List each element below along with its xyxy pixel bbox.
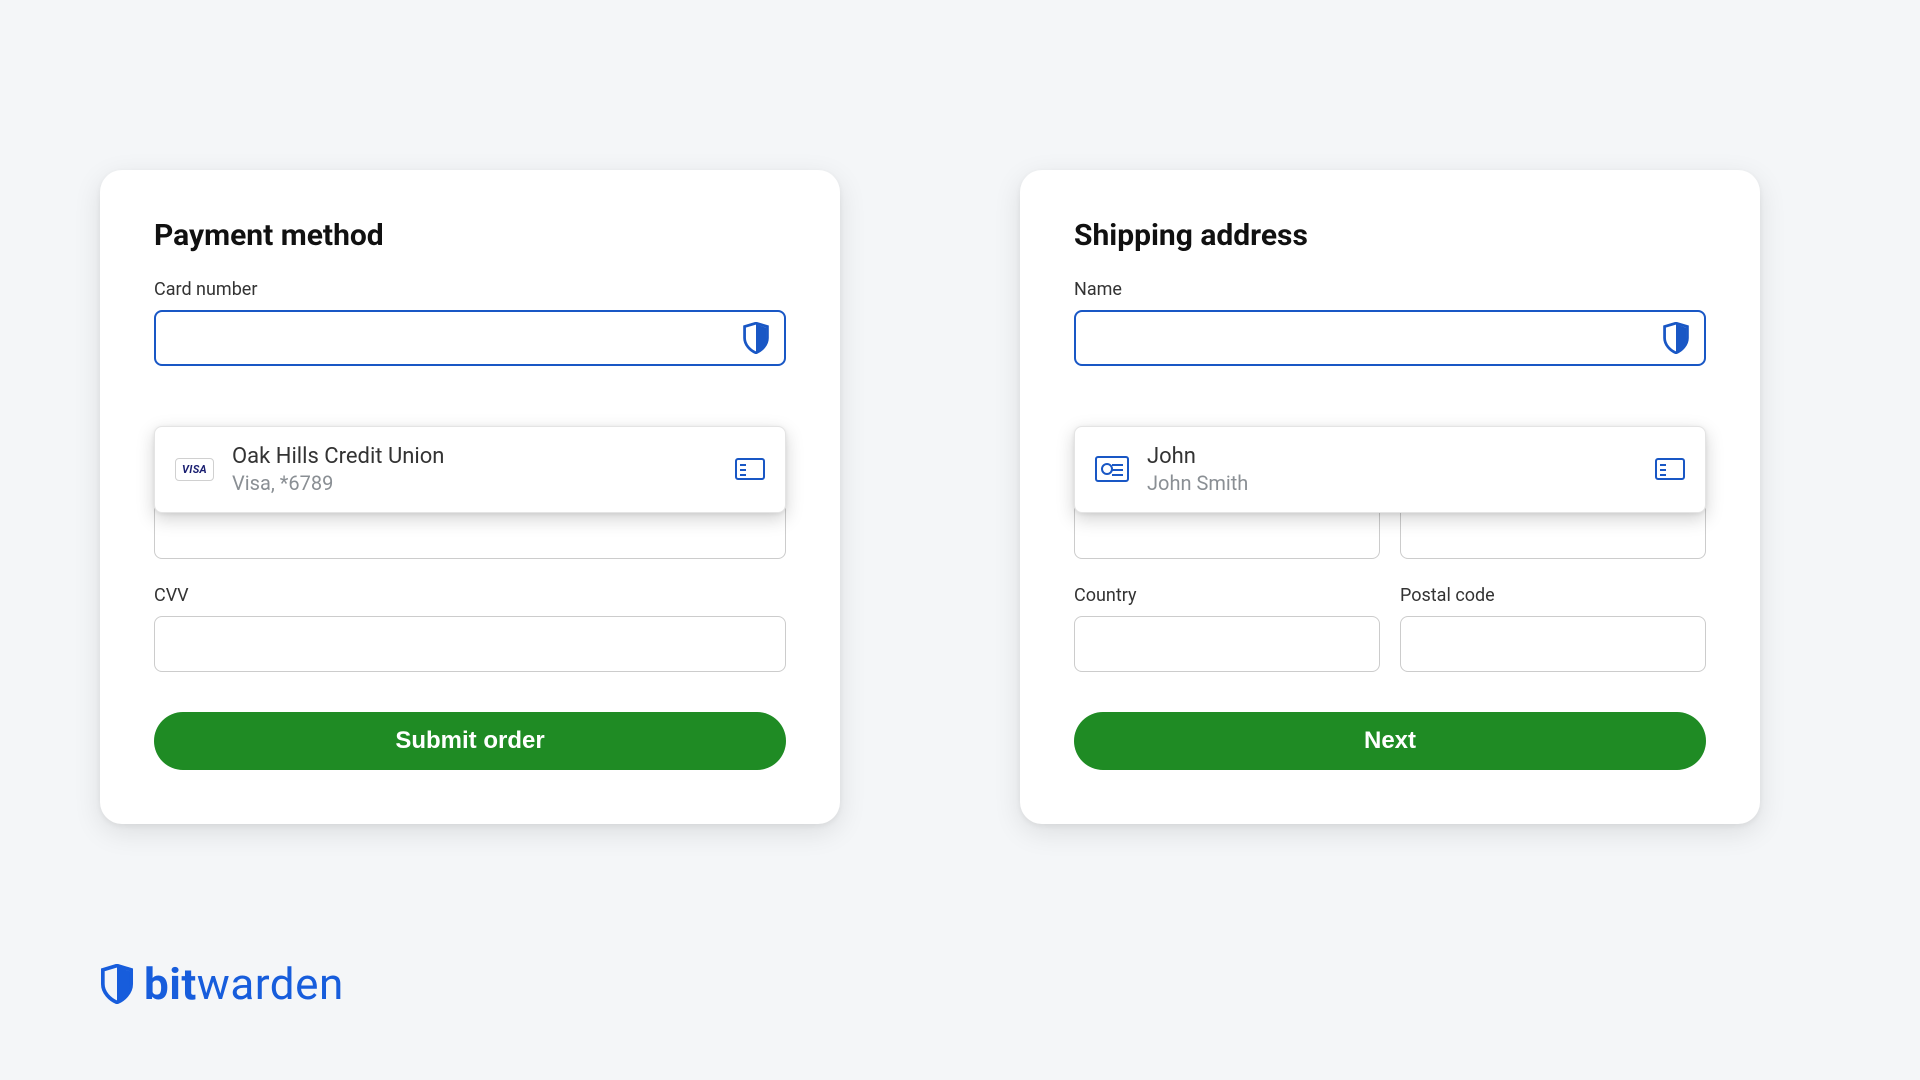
name-group: Name [1074,279,1706,366]
card-detail-icon [1655,458,1685,480]
postal-label: Postal code [1400,585,1706,606]
cvv-group: CVV [154,585,786,672]
autofill-card-subtitle: Visa, *6789 [232,471,444,496]
autofill-identity-title: John [1147,443,1248,471]
identity-autofill-suggestion[interactable]: John John Smith [1074,426,1706,513]
shipping-title: Shipping address [1074,218,1706,253]
country-postal-row: Country Postal code [1074,585,1706,672]
card-number-input[interactable] [154,310,786,366]
brand-bold: bit [144,958,197,1010]
payment-title: Payment method [154,218,786,253]
card-autofill-suggestion[interactable]: VISA Oak Hills Credit Union Visa, *6789 [154,426,786,513]
brand-light: warden [197,958,344,1010]
country-label: Country [1074,585,1380,606]
card-number-group: Card number [154,279,786,366]
shipping-card: Shipping address Name John John Smith [1020,170,1760,824]
identity-icon [1095,456,1129,482]
next-button[interactable]: Next [1074,712,1706,770]
card-number-label: Card number [154,279,786,300]
name-label: Name [1074,279,1706,300]
shield-icon [742,322,770,354]
shield-icon [100,964,134,1004]
postal-input[interactable] [1400,616,1706,672]
autofill-identity-subtitle: John Smith [1147,471,1248,496]
card-detail-icon [735,458,765,480]
canvas: Payment method Card number VISA Oak Hill… [0,0,1920,1080]
shield-icon [1662,322,1690,354]
cvv-label: CVV [154,585,786,606]
autofill-card-title: Oak Hills Credit Union [232,443,444,471]
submit-order-button[interactable]: Submit order [154,712,786,770]
cvv-input[interactable] [154,616,786,672]
country-input[interactable] [1074,616,1380,672]
bitwarden-logo: bitwarden [100,958,344,1010]
name-input[interactable] [1074,310,1706,366]
visa-icon: VISA [175,458,214,481]
payment-card: Payment method Card number VISA Oak Hill… [100,170,840,824]
